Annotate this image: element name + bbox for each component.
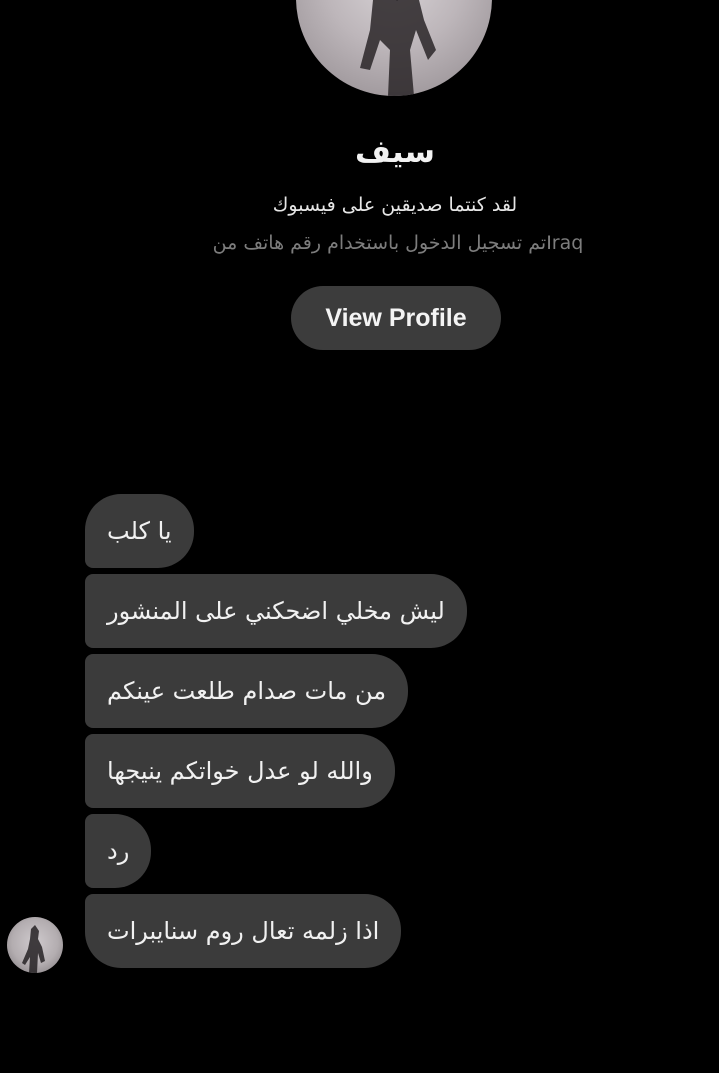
sender-avatar-icon [22, 925, 45, 973]
message-bubble[interactable]: يا كلب [85, 494, 194, 568]
profile-picture-icon [360, 0, 436, 96]
message-bubble[interactable]: اذا زلمه تعال روم سنايبرات [85, 894, 402, 968]
message-bubble[interactable]: ليش مخلي اضحكني على المنشور [85, 574, 467, 648]
message-bubble[interactable]: من مات صدام طلعت عينكم [85, 654, 409, 728]
profile-name: سيف [354, 134, 436, 170]
profile-avatar[interactable] [296, 0, 492, 96]
message-bubble[interactable]: والله لو عدل خواتكم ينيجها [85, 734, 395, 808]
facebook-friends-text: لقد كنتما صديقين على فيسبوك [272, 194, 518, 216]
sender-avatar[interactable] [7, 917, 63, 973]
message-thread: يا كلب ليش مخلي اضحكني على المنشور من ما… [85, 494, 545, 974]
message-bubble[interactable]: رد [85, 814, 152, 888]
phone-login-text: Iraqتم تسجيل الدخول باستخدام رقم هاتف من [212, 232, 584, 254]
view-profile-button[interactable]: View Profile [291, 286, 501, 350]
